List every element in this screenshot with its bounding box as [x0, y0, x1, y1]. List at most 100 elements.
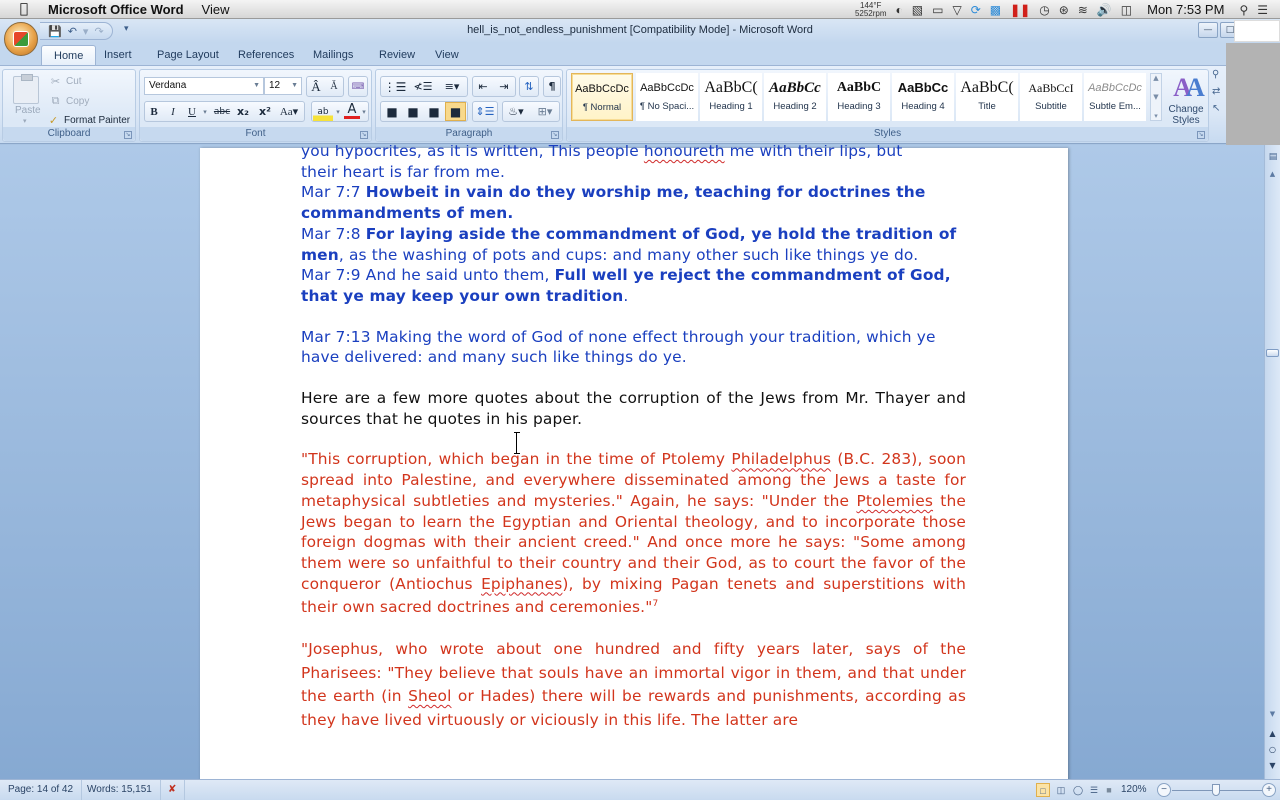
- font-size-dropdown-icon[interactable]: ▼: [291, 78, 298, 94]
- paste-dropdown-icon[interactable]: ▾: [23, 117, 27, 125]
- scroll-up-icon[interactable]: ▲: [1265, 167, 1280, 181]
- superscript-icon[interactable]: x²: [256, 102, 274, 121]
- grow-font-icon[interactable]: Â: [307, 77, 325, 96]
- activity-monitor-icon[interactable]: ◫: [1121, 3, 1132, 17]
- line-spacing-icon[interactable]: ⇕☰: [473, 102, 497, 121]
- plug-icon[interactable]: ▭: [932, 3, 943, 17]
- bullets-icon[interactable]: ⋮☰: [382, 77, 408, 96]
- font-color-dropdown-icon[interactable]: ▾: [360, 102, 368, 121]
- tab-review[interactable]: Review: [379, 45, 415, 65]
- sort-icon[interactable]: ⇅: [520, 77, 538, 96]
- misspelled-word[interactable]: Epiphanes: [481, 575, 562, 593]
- zoom-level[interactable]: 120%: [1121, 780, 1147, 800]
- bluetooth-icon[interactable]: ⊛: [1059, 3, 1069, 17]
- misspelled-word[interactable]: Ptolemies: [856, 492, 933, 510]
- align-right-icon[interactable]: ■: [424, 102, 444, 121]
- highlight-dropdown-icon[interactable]: ▾: [333, 102, 343, 121]
- style-heading-1[interactable]: AaBbC(Heading 1: [700, 73, 762, 121]
- font-name-dropdown-icon[interactable]: ▼: [253, 78, 260, 94]
- clear-formatting-icon[interactable]: ⌨: [349, 77, 367, 96]
- clipboard-launcher-icon[interactable]: ↘: [124, 131, 132, 139]
- time-machine-icon[interactable]: ◷: [1039, 3, 1049, 17]
- next-page-icon[interactable]: ▼: [1265, 761, 1280, 770]
- zoom-out-button[interactable]: −: [1157, 783, 1171, 797]
- zoom-in-button[interactable]: +: [1262, 783, 1276, 797]
- gallery-more-icon[interactable]: ▾: [1151, 112, 1161, 120]
- style-heading-4[interactable]: AaBbCc Heading 4: [892, 73, 954, 121]
- strikethrough-icon[interactable]: abc: [212, 102, 232, 121]
- decrease-indent-icon[interactable]: ⇤: [473, 77, 493, 96]
- paste-button[interactable]: Paste: [15, 105, 41, 116]
- tab-page-layout[interactable]: Page Layout: [157, 45, 219, 65]
- underline-dropdown-icon[interactable]: ▾: [200, 102, 210, 121]
- word-count[interactable]: Words: 15,151: [79, 780, 161, 800]
- highlight-icon[interactable]: ab: [313, 102, 333, 121]
- font-name-combo[interactable]: Verdana ▼: [144, 77, 264, 95]
- style-title[interactable]: AaBbC(Title: [956, 73, 1018, 121]
- triangle-menu-icon[interactable]: ▽: [952, 3, 961, 17]
- align-left-icon[interactable]: ■: [382, 102, 402, 121]
- proofing-status-icon[interactable]: ✘: [160, 780, 186, 800]
- tab-home[interactable]: Home: [41, 45, 97, 65]
- draft-view-icon[interactable]: ■: [1102, 783, 1116, 797]
- style-subtitle[interactable]: AaBbCcI Subtitle: [1020, 73, 1082, 121]
- print-layout-view-icon[interactable]: □: [1036, 783, 1050, 797]
- styles-gallery-scroll[interactable]: ▲ ▼ ▾: [1150, 73, 1162, 121]
- spotlight-search-icon[interactable]: ⚲: [1239, 3, 1248, 17]
- style-subtle-emphasis[interactable]: AaBbCcDc Subtle Em...: [1084, 73, 1146, 121]
- subscript-icon[interactable]: x₂: [234, 102, 252, 121]
- increase-indent-icon[interactable]: ⇥: [494, 77, 514, 96]
- previous-page-icon[interactable]: ▲: [1265, 729, 1280, 738]
- multilevel-list-icon[interactable]: ≡▾: [438, 77, 466, 96]
- page-indicator[interactable]: Page: 14 of 42: [0, 780, 83, 800]
- style-no-spacing[interactable]: AaBbCcDc ¶ No Spaci...: [636, 73, 698, 121]
- full-screen-reading-view-icon[interactable]: ◫: [1054, 783, 1068, 797]
- cut-button[interactable]: ✂ Cut: [49, 75, 82, 88]
- tab-references[interactable]: References: [238, 45, 294, 65]
- shrink-font-icon[interactable]: Ǎ: [325, 77, 343, 96]
- paragraph-launcher-icon[interactable]: ↘: [551, 131, 559, 139]
- styles-launcher-icon[interactable]: ↘: [1197, 131, 1205, 139]
- vertical-scrollbar[interactable]: ▤ ▲ ▼ ▲ ○ ▼: [1264, 145, 1280, 779]
- teamviewer-icon[interactable]: ▩: [990, 3, 1001, 17]
- shading-icon[interactable]: ♨▾: [504, 102, 528, 121]
- gallery-up-icon[interactable]: ▲: [1151, 74, 1161, 82]
- tab-insert[interactable]: Insert: [104, 45, 132, 65]
- copy-button[interactable]: ⧉ Copy: [49, 95, 90, 108]
- change-case-icon[interactable]: Aa▾: [277, 102, 301, 121]
- select-browse-object-icon[interactable]: ○: [1265, 745, 1280, 754]
- misspelled-word[interactable]: Sheol: [408, 687, 451, 705]
- office-button[interactable]: [4, 22, 38, 56]
- tab-mailings[interactable]: Mailings: [313, 45, 353, 65]
- borders-icon[interactable]: ⊞▾: [532, 102, 558, 121]
- bold-icon[interactable]: B: [146, 102, 162, 121]
- apple-menu-icon[interactable]: : [0, 1, 48, 17]
- style-heading-3[interactable]: AaBbC Heading 3: [828, 73, 890, 121]
- italic-icon[interactable]: I: [165, 102, 181, 121]
- justify-icon[interactable]: ■: [445, 102, 466, 121]
- gallery-down-icon[interactable]: ▼: [1151, 93, 1161, 101]
- zoom-slider-thumb[interactable]: [1212, 784, 1220, 796]
- show-formatting-marks-icon[interactable]: ¶: [543, 77, 561, 96]
- sync-icon[interactable]: ⟳: [971, 3, 981, 17]
- font-size-combo[interactable]: 12 ▼: [264, 77, 302, 95]
- paste-icon[interactable]: [13, 74, 39, 104]
- tab-view[interactable]: View: [435, 45, 459, 65]
- app-menu[interactable]: Microsoft Office Word: [48, 2, 184, 17]
- underline-icon[interactable]: U: [184, 102, 200, 121]
- pause-recording-icon[interactable]: ❚❚: [1010, 3, 1030, 17]
- minimize-button[interactable]: —: [1198, 22, 1218, 38]
- sim-card-icon[interactable]: ▧: [912, 3, 923, 17]
- document-page[interactable]: you hypocrites, as it is written, This p…: [200, 145, 1068, 779]
- volume-icon[interactable]: 🔊: [1097, 3, 1112, 17]
- document-content[interactable]: you hypocrites, as it is written, This p…: [301, 145, 966, 732]
- format-painter-button[interactable]: ✓ Format Painter: [47, 114, 130, 127]
- misspelled-word[interactable]: honoureth: [644, 145, 725, 160]
- align-center-icon[interactable]: ■: [403, 102, 423, 121]
- footnote-reference[interactable]: 7: [652, 599, 658, 609]
- misspelled-word[interactable]: Philadelphus: [731, 450, 831, 468]
- scroll-down-icon[interactable]: ▼: [1265, 707, 1280, 721]
- style-heading-2[interactable]: AaBbCc Heading 2: [764, 73, 826, 121]
- notification-list-icon[interactable]: ☰: [1257, 3, 1268, 17]
- font-launcher-icon[interactable]: ↘: [360, 131, 368, 139]
